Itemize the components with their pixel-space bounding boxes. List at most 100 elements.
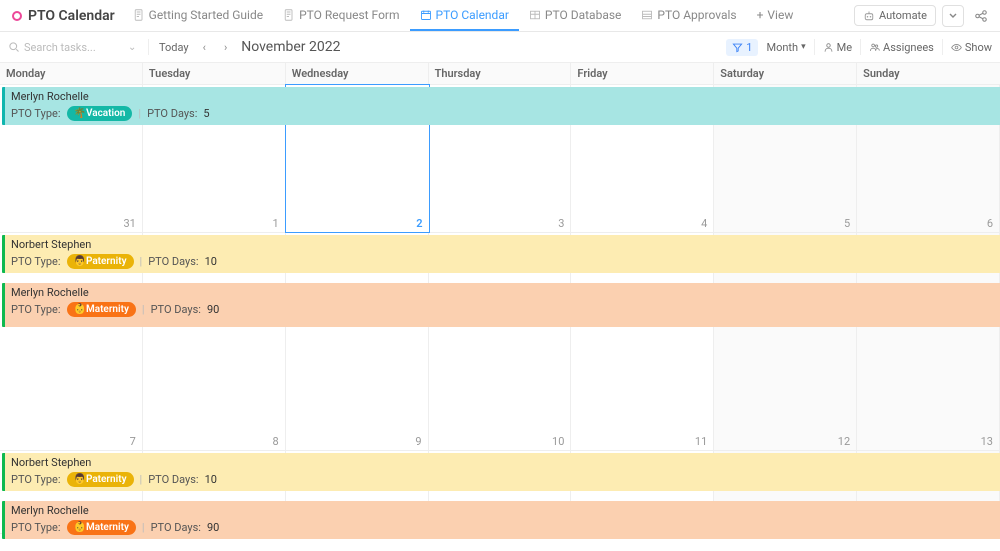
view-mode-label: Month bbox=[766, 41, 798, 54]
event-maternity[interactable]: Merlyn Rochelle PTO Type: 👶Maternity | P… bbox=[2, 283, 1000, 327]
me-filter-button[interactable]: Me bbox=[823, 41, 852, 54]
form-icon bbox=[283, 9, 295, 21]
day-number: 13 bbox=[981, 435, 993, 448]
filter-button[interactable]: 1 bbox=[726, 39, 758, 56]
pto-days-value: 10 bbox=[205, 255, 217, 269]
event-paternity[interactable]: Norbert Stephen PTO Type: 👨Paternity | P… bbox=[2, 453, 1000, 491]
day-wednesday: Wednesday bbox=[286, 63, 429, 84]
share-icon bbox=[974, 9, 988, 23]
search-wrap: ⌄ bbox=[8, 41, 138, 54]
pto-days-label: PTO Days: bbox=[151, 521, 201, 535]
add-view-button[interactable]: + View bbox=[747, 0, 804, 31]
tab-label: PTO Approvals bbox=[657, 8, 736, 22]
calendar-week: 7 8 9 10 11 12 13 Norbert Stephen PTO Ty… bbox=[0, 233, 1000, 451]
tab-label: PTO Calendar bbox=[436, 8, 509, 22]
divider bbox=[942, 39, 943, 55]
separator: | bbox=[142, 521, 145, 535]
pto-type-label: PTO Type: bbox=[11, 107, 61, 121]
filter-icon bbox=[732, 42, 743, 53]
current-month-label: November 2022 bbox=[241, 39, 340, 55]
search-expand[interactable]: ⌄ bbox=[128, 42, 136, 53]
table-icon bbox=[529, 9, 541, 21]
share-button[interactable] bbox=[970, 9, 992, 23]
day-monday: Monday bbox=[0, 63, 143, 84]
calendar-icon bbox=[420, 9, 432, 21]
automate-label: Automate bbox=[879, 9, 927, 22]
automate-dropdown[interactable] bbox=[942, 5, 964, 27]
next-month-button[interactable]: › bbox=[220, 41, 231, 54]
topbar-right: Automate bbox=[854, 5, 996, 27]
pto-type-label: PTO Type: bbox=[11, 303, 61, 317]
divider bbox=[814, 39, 815, 55]
chevron-down-icon bbox=[948, 11, 958, 21]
day-number: 4 bbox=[701, 217, 707, 230]
day-number: 11 bbox=[695, 435, 707, 448]
tab-request-form[interactable]: PTO Request Form bbox=[273, 0, 409, 31]
toolbar-left: ⌄ Today ‹ › November 2022 bbox=[8, 39, 341, 55]
event-name: Merlyn Rochelle bbox=[11, 286, 1000, 300]
separator: | bbox=[140, 473, 143, 487]
add-view-label: View bbox=[767, 8, 793, 22]
tab-getting-started[interactable]: Getting Started Guide bbox=[123, 0, 273, 31]
view-tabs: Getting Started Guide PTO Request Form P… bbox=[123, 0, 804, 31]
day-friday: Friday bbox=[571, 63, 714, 84]
pto-type-label: PTO Type: bbox=[11, 255, 61, 269]
pto-type-label: PTO Type: bbox=[11, 521, 61, 535]
pto-days-label: PTO Days: bbox=[147, 107, 197, 121]
robot-icon bbox=[863, 10, 875, 22]
filter-count: 1 bbox=[746, 41, 752, 54]
tab-pto-database[interactable]: PTO Database bbox=[519, 0, 631, 31]
day-thursday: Thursday bbox=[429, 63, 572, 84]
divider bbox=[860, 39, 861, 55]
toolbar-right: 1 Month ▾ Me Assignees Show bbox=[726, 39, 992, 56]
event-meta: PTO Type: 👨Paternity | PTO Days: 10 bbox=[11, 472, 1000, 487]
day-number: 31 bbox=[123, 217, 135, 230]
view-mode-button[interactable]: Month ▾ bbox=[766, 41, 805, 54]
tag-paternity: 👨Paternity bbox=[67, 254, 134, 269]
day-number: 9 bbox=[415, 435, 421, 448]
assignees-button[interactable]: Assignees bbox=[869, 41, 934, 54]
calendar-week: Norbert Stephen PTO Type: 👨Paternity | P… bbox=[0, 451, 1000, 534]
event-paternity[interactable]: Norbert Stephen PTO Type: 👨Paternity | P… bbox=[2, 235, 1000, 273]
event-meta: PTO Type: 👶Maternity | PTO Days: 90 bbox=[11, 302, 1000, 317]
show-button[interactable]: Show bbox=[951, 41, 992, 54]
tab-label: PTO Request Form bbox=[299, 8, 399, 22]
page-title: PTO Calendar bbox=[28, 8, 115, 24]
day-number: 5 bbox=[844, 217, 850, 230]
pto-days-value: 90 bbox=[207, 303, 219, 317]
event-name: Merlyn Rochelle bbox=[11, 504, 1000, 518]
calendar: Monday Tuesday Wednesday Thursday Friday… bbox=[0, 62, 1000, 534]
event-maternity[interactable]: Merlyn Rochelle PTO Type: 👶Maternity | P… bbox=[2, 501, 1000, 539]
today-button[interactable]: Today bbox=[159, 41, 189, 54]
day-number: 1 bbox=[273, 217, 279, 230]
event-vacation[interactable]: Merlyn Rochelle PTO Type: 🌴Vacation | PT… bbox=[2, 87, 1000, 125]
day-sunday: Sunday bbox=[857, 63, 1000, 84]
search-input[interactable] bbox=[24, 41, 124, 54]
calendar-header: Monday Tuesday Wednesday Thursday Friday… bbox=[0, 63, 1000, 85]
automate-button[interactable]: Automate bbox=[854, 5, 936, 26]
search-icon bbox=[8, 41, 20, 53]
event-meta: PTO Type: 👨Paternity | PTO Days: 10 bbox=[11, 254, 1000, 269]
separator: | bbox=[140, 255, 143, 269]
prev-month-button[interactable]: ‹ bbox=[199, 41, 210, 54]
pto-days-label: PTO Days: bbox=[151, 303, 201, 317]
separator: | bbox=[138, 107, 141, 121]
pto-type-label: PTO Type: bbox=[11, 473, 61, 487]
topbar: PTO Calendar Getting Started Guide PTO R… bbox=[0, 0, 1000, 32]
tag-paternity: 👨Paternity bbox=[67, 472, 134, 487]
tab-pto-approvals[interactable]: PTO Approvals bbox=[631, 0, 746, 31]
pto-days-label: PTO Days: bbox=[148, 473, 198, 487]
event-meta: PTO Type: 👶Maternity | PTO Days: 90 bbox=[11, 520, 1000, 535]
show-label: Show bbox=[965, 41, 992, 54]
pto-days-value: 90 bbox=[207, 521, 219, 535]
toolbar: ⌄ Today ‹ › November 2022 1 Month ▾ Me A… bbox=[0, 32, 1000, 62]
pto-days-value: 10 bbox=[205, 473, 217, 487]
assignees-label: Assignees bbox=[883, 41, 934, 54]
tab-pto-calendar[interactable]: PTO Calendar bbox=[410, 0, 519, 31]
event-name: Merlyn Rochelle bbox=[11, 90, 1000, 104]
pto-days-label: PTO Days: bbox=[148, 255, 198, 269]
day-number: 8 bbox=[273, 435, 279, 448]
day-number: 10 bbox=[552, 435, 564, 448]
day-number: 6 bbox=[987, 217, 993, 230]
separator: | bbox=[142, 303, 145, 317]
